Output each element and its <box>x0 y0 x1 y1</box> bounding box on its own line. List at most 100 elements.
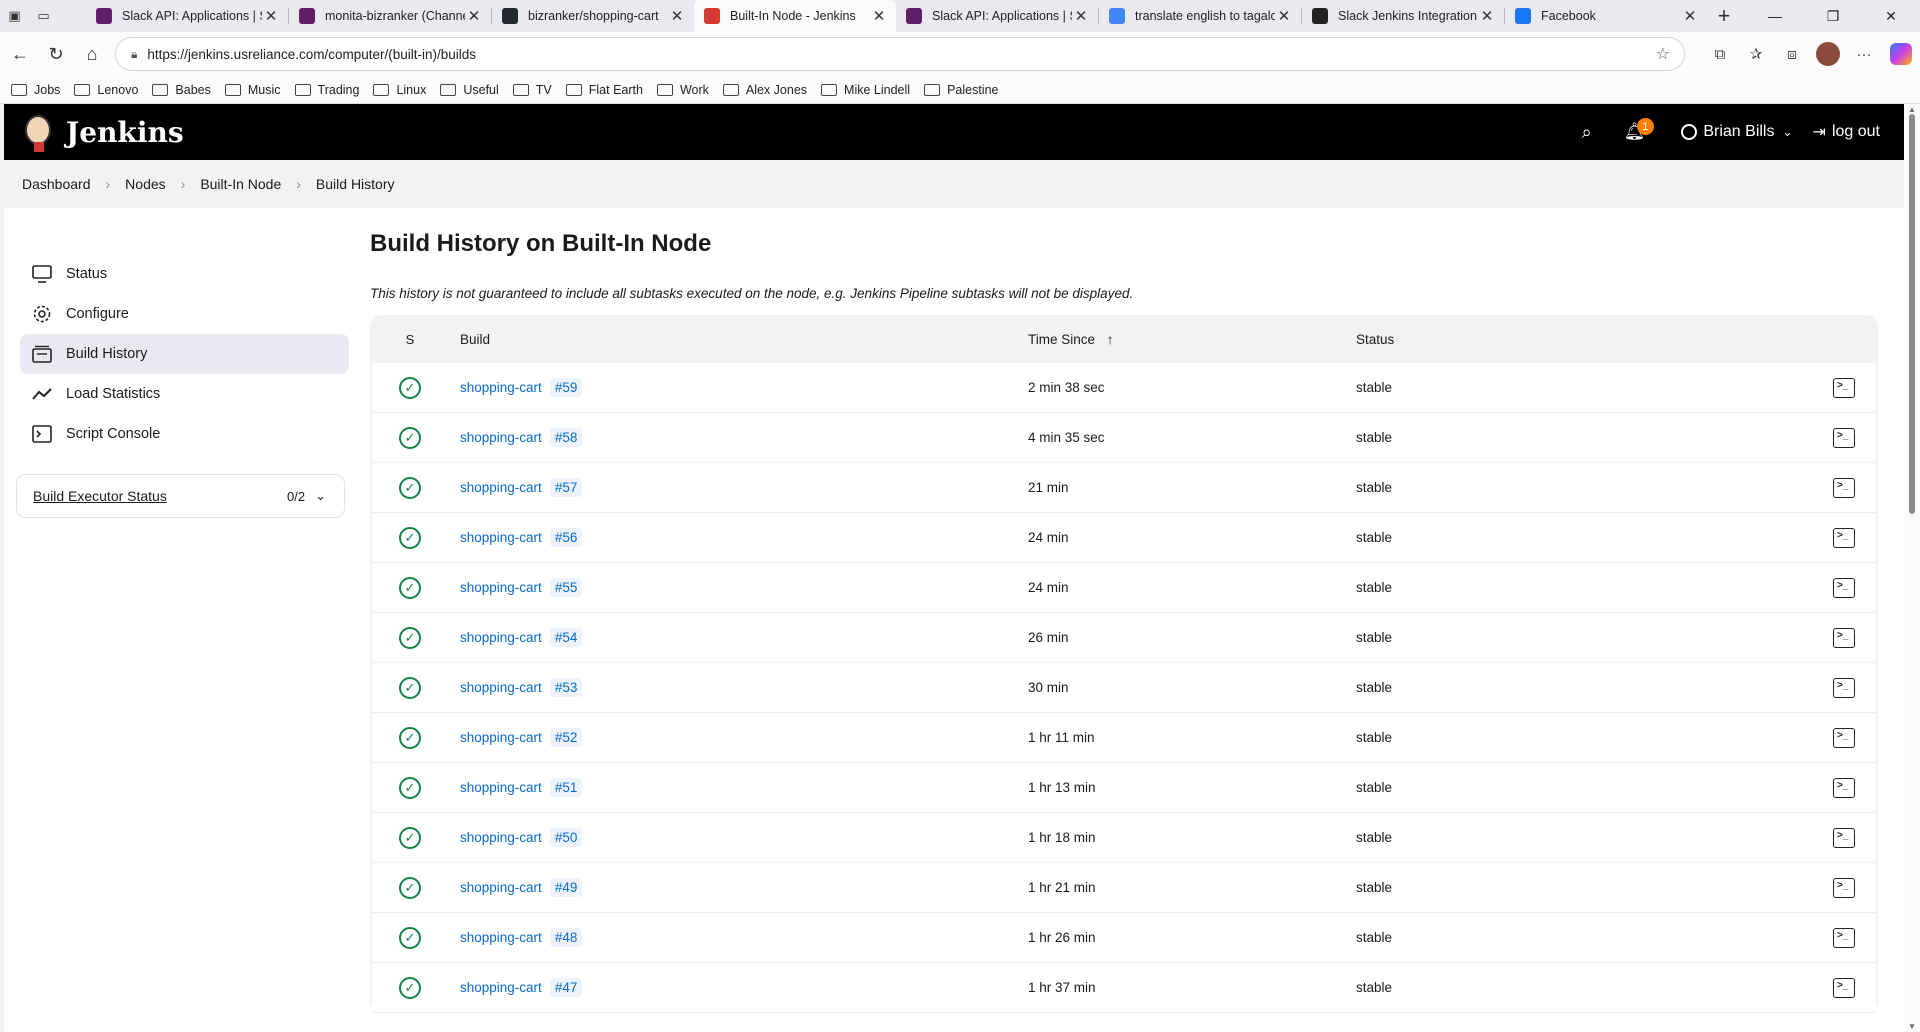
build-number-link[interactable]: #54 <box>549 628 583 647</box>
job-link[interactable]: shopping-cart <box>460 880 542 895</box>
bookmark-folder[interactable]: Babes <box>152 83 211 97</box>
console-output-icon[interactable]: >_ <box>1833 827 1855 848</box>
new-tab-button[interactable]: + <box>1707 3 1741 29</box>
job-link[interactable]: shopping-cart <box>460 930 542 945</box>
bookmark-folder[interactable]: Trading <box>294 83 359 97</box>
breadcrumb-item[interactable]: Build History <box>316 176 395 192</box>
bookmark-folder[interactable]: Jobs <box>11 83 60 97</box>
breadcrumb-item[interactable]: Built-In Node <box>200 176 281 192</box>
build-number-link[interactable]: #55 <box>549 578 583 597</box>
executor-label[interactable]: Build Executor Status <box>33 488 287 504</box>
sidebar-item-status[interactable]: Status <box>20 254 349 294</box>
close-tab-icon[interactable]: ✕ <box>668 7 686 25</box>
browser-tab[interactable]: bizranker/shopping-cart ✕ <box>492 0 694 32</box>
job-link[interactable]: shopping-cart <box>460 380 542 395</box>
bookmark-folder[interactable]: Music <box>224 83 281 97</box>
job-link[interactable]: shopping-cart <box>460 830 542 845</box>
workspaces-icon[interactable]: ▣ <box>0 0 29 32</box>
scrollbar-thumb[interactable] <box>1909 114 1915 514</box>
close-tab-icon[interactable]: ✕ <box>262 7 280 25</box>
column-s[interactable]: S <box>372 332 448 347</box>
logout-link[interactable]: ⇥ log out <box>1813 122 1880 142</box>
minimize-icon[interactable]: — <box>1746 0 1804 32</box>
more-icon[interactable]: ··· <box>1846 46 1882 63</box>
bookmark-folder[interactable]: Flat Earth <box>565 83 643 97</box>
refresh-icon[interactable]: ↻ <box>38 36 74 72</box>
search-icon[interactable]: ⌕ <box>1582 122 1592 143</box>
home-icon[interactable]: ⌂ <box>74 36 110 72</box>
tab-actions-icon[interactable]: ▭ <box>29 0 58 32</box>
close-tab-icon[interactable]: ✕ <box>1072 7 1090 25</box>
job-link[interactable]: shopping-cart <box>460 630 542 645</box>
browser-tab[interactable]: Slack Jenkins Integration ✕ <box>1302 0 1504 32</box>
copilot-icon[interactable] <box>1890 43 1912 65</box>
browser-tab[interactable]: translate english to tagalog ✕ <box>1099 0 1301 32</box>
build-number-link[interactable]: #47 <box>549 978 583 997</box>
close-window-icon[interactable]: ✕ <box>1862 0 1920 32</box>
console-output-icon[interactable]: >_ <box>1833 377 1855 398</box>
collections-icon[interactable]: ⧈ <box>1774 46 1810 63</box>
job-link[interactable]: shopping-cart <box>460 680 542 695</box>
console-output-icon[interactable]: >_ <box>1833 527 1855 548</box>
browser-tab[interactable]: Built-In Node - Jenkins ✕ <box>694 0 896 32</box>
bookmark-folder[interactable]: Work <box>656 83 709 97</box>
bookmark-folder[interactable]: Mike Lindell <box>821 83 910 97</box>
build-number-link[interactable]: #56 <box>549 528 583 547</box>
browser-tab[interactable]: Slack API: Applications | Sl ✕ <box>86 0 288 32</box>
sidebar-item-script-console[interactable]: Script Console <box>20 414 349 454</box>
console-output-icon[interactable]: >_ <box>1833 927 1855 948</box>
job-link[interactable]: shopping-cart <box>460 980 542 995</box>
build-number-link[interactable]: #59 <box>549 378 583 397</box>
column-status[interactable]: Status <box>1356 332 1814 347</box>
favorites-icon[interactable]: ✰ <box>1738 45 1774 63</box>
sidebar-item-build-history[interactable]: Build History <box>20 334 349 374</box>
build-number-link[interactable]: #58 <box>549 428 583 447</box>
browser-tab[interactable]: monita-bizranker (Channel ✕ <box>289 0 491 32</box>
job-link[interactable]: shopping-cart <box>460 480 542 495</box>
build-number-link[interactable]: #57 <box>549 478 583 497</box>
bookmark-folder[interactable]: Alex Jones <box>722 83 807 97</box>
console-output-icon[interactable]: >_ <box>1833 677 1855 698</box>
restore-icon[interactable]: ❐ <box>1804 0 1862 32</box>
build-number-link[interactable]: #51 <box>549 778 583 797</box>
back-icon[interactable]: ← <box>2 36 38 72</box>
profile-avatar[interactable] <box>1816 42 1840 66</box>
browser-tab[interactable]: Slack API: Applications | Sl ✕ <box>896 0 1098 32</box>
chevron-down-icon[interactable]: ⌄ <box>315 488 326 504</box>
console-output-icon[interactable]: >_ <box>1833 977 1855 998</box>
console-output-icon[interactable]: >_ <box>1833 877 1855 898</box>
job-link[interactable]: shopping-cart <box>460 530 542 545</box>
bookmark-folder[interactable]: TV <box>512 83 552 97</box>
build-number-link[interactable]: #48 <box>549 928 583 947</box>
close-tab-icon[interactable]: ✕ <box>1681 7 1699 25</box>
extensions-icon[interactable]: ⧉ <box>1702 46 1738 63</box>
breadcrumb-item[interactable]: Nodes <box>125 176 165 192</box>
bookmark-folder[interactable]: Palestine <box>924 83 999 97</box>
job-link[interactable]: shopping-cart <box>460 580 542 595</box>
job-link[interactable]: shopping-cart <box>460 780 542 795</box>
browser-tab[interactable]: Facebook ✕ <box>1505 0 1707 32</box>
console-output-icon[interactable]: >_ <box>1833 427 1855 448</box>
user-menu[interactable]: Brian Bills ⌄ <box>1681 123 1793 141</box>
bookmark-folder[interactable]: Useful <box>440 83 499 97</box>
console-output-icon[interactable]: >_ <box>1833 627 1855 648</box>
page-scrollbar[interactable]: ▲ ▼ <box>1904 104 1920 1032</box>
notifications-bell-icon[interactable]: 🔔︎ 1 <box>1624 118 1654 142</box>
close-tab-icon[interactable]: ✕ <box>465 7 483 25</box>
close-tab-icon[interactable]: ✕ <box>1275 7 1293 25</box>
breadcrumb-item[interactable]: Dashboard <box>22 176 91 192</box>
column-build[interactable]: Build <box>448 332 1028 347</box>
sidebar-item-load-statistics[interactable]: Load Statistics <box>20 374 349 414</box>
close-tab-icon[interactable]: ✕ <box>1478 7 1496 25</box>
jenkins-brand[interactable]: Jenkins <box>66 116 184 149</box>
console-output-icon[interactable]: >_ <box>1833 477 1855 498</box>
close-tab-icon[interactable]: ✕ <box>870 7 888 25</box>
job-link[interactable]: shopping-cart <box>460 730 542 745</box>
job-link[interactable]: shopping-cart <box>460 430 542 445</box>
url-field[interactable]: 🔒︎ https://jenkins.usreliance.com/comput… <box>115 37 1685 71</box>
build-number-link[interactable]: #49 <box>549 878 583 897</box>
console-output-icon[interactable]: >_ <box>1833 777 1855 798</box>
bookmark-folder[interactable]: Linux <box>373 83 426 97</box>
bookmark-folder[interactable]: Lenovo <box>74 83 138 97</box>
console-output-icon[interactable]: >_ <box>1833 727 1855 748</box>
